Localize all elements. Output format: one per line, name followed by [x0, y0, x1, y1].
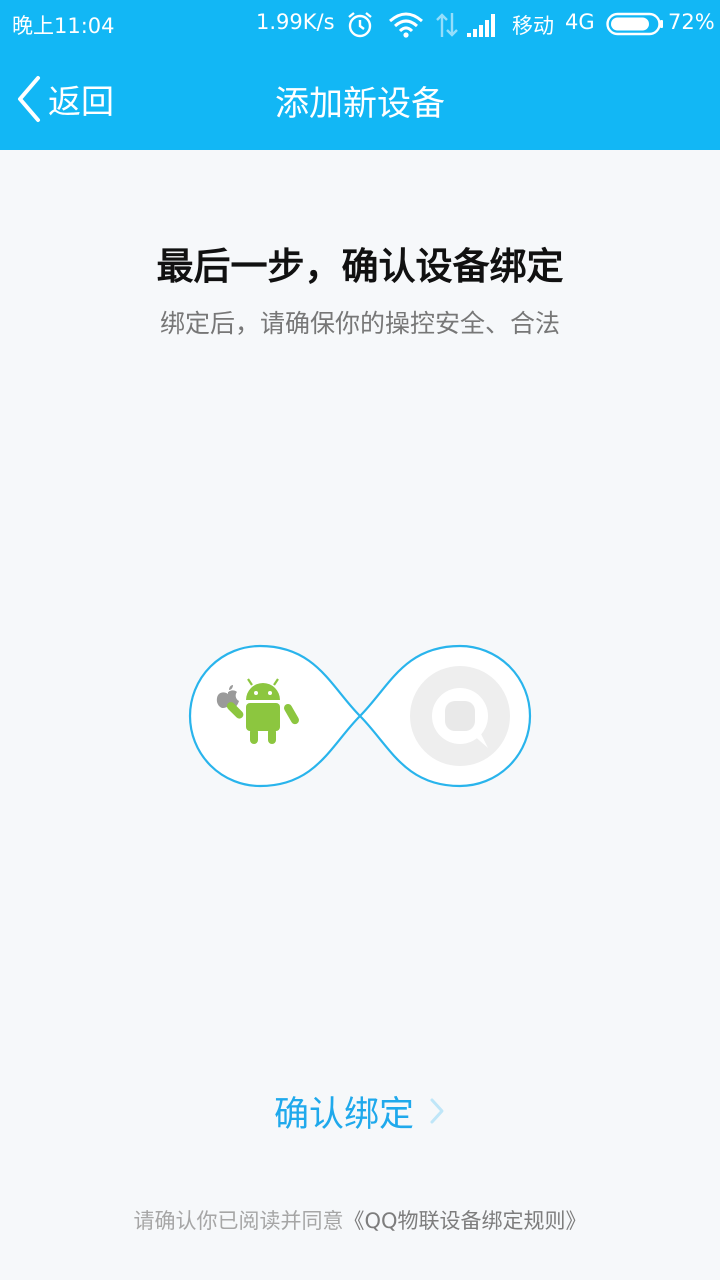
nav-bar: 返回 添加新设备 — [0, 48, 720, 150]
alarm-icon — [348, 12, 372, 38]
app-header: 晚上11:04 1.99K/s 移动 4G 72% 返回 添加新设备 — [0, 0, 720, 150]
page-title: 添加新设备 — [275, 84, 445, 124]
status-network: 4G — [565, 10, 595, 34]
data-arrows-icon — [436, 13, 458, 37]
confirm-bind-label: 确认绑定 — [273, 1094, 414, 1135]
status-carrier: 移动 — [512, 14, 554, 38]
signal-icon — [467, 14, 495, 37]
agreement-notice: 请确认你已阅读并同意《QQ物联设备绑定规则》 — [0, 1205, 720, 1235]
qq-logo-icon — [410, 666, 510, 766]
wifi-icon — [389, 12, 423, 38]
battery-icon — [606, 12, 663, 36]
status-battery: 72% — [668, 10, 715, 34]
step-subline: 绑定后，请确保你的操控安全、合法 — [159, 309, 560, 338]
device-binding-graphic — [186, 642, 534, 790]
agreement-prefix: 请确认你已阅读并同意 — [133, 1209, 344, 1233]
step-headline: 最后一步，确认设备绑定 — [156, 245, 564, 288]
confirm-bind-button[interactable]: 确认绑定 — [260, 1082, 460, 1140]
status-bar: 晚上11:04 1.99K/s 移动 4G 72% — [0, 0, 720, 48]
status-time: 晚上11:04 — [12, 14, 115, 38]
chevron-right-icon — [430, 1098, 444, 1124]
status-speed: 1.99K/s — [256, 10, 335, 34]
android-apple-icon — [210, 666, 310, 766]
agreement-rules-link[interactable]: 《QQ物联设备绑定规则》 — [343, 1209, 586, 1233]
